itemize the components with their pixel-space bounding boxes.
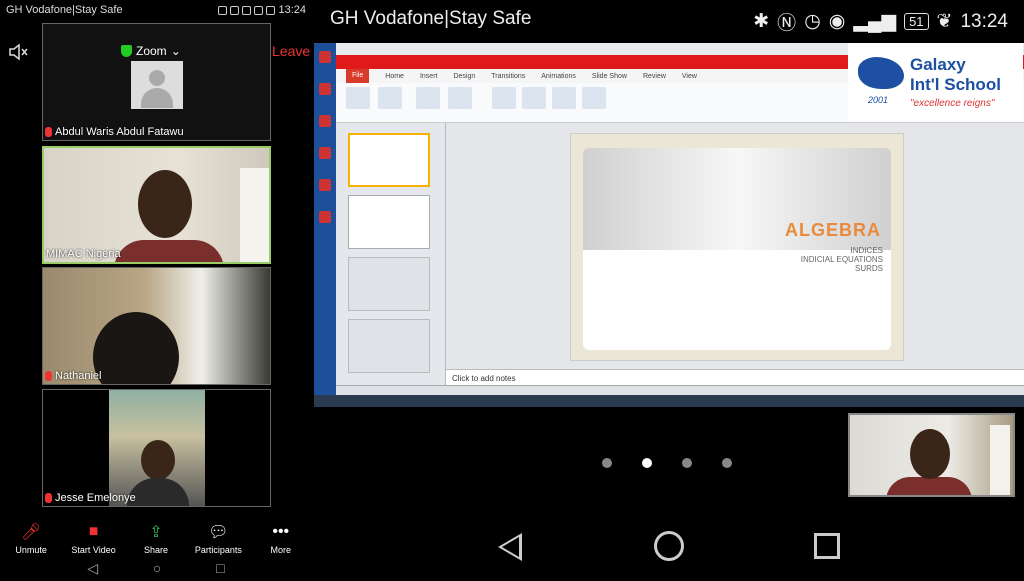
participant-video [109, 390, 205, 506]
alarm-icon: ◷ [804, 11, 821, 32]
right-carrier: GH Vodafone|Stay Safe [330, 8, 532, 29]
windows-taskbar [314, 395, 1024, 407]
current-slide[interactable]: ALGEBRA INDICES INDICIAL EQUATIONS SURDS [570, 133, 904, 361]
left-status-bar: GH Vodafone|Stay Safe 13:24 [0, 0, 312, 20]
slide-title: ALGEBRA [785, 220, 881, 240]
slide-thumbnail[interactable] [348, 257, 430, 311]
globe-icon [858, 57, 904, 89]
left-time: 13:24 [278, 4, 306, 16]
slide-thumbnail[interactable] [348, 319, 430, 373]
participant-video [93, 312, 179, 384]
tab-design[interactable]: Design [453, 73, 475, 80]
participants-icon: 💬︎ [208, 524, 229, 541]
signal-icon [254, 5, 264, 15]
recents-icon[interactable] [814, 533, 840, 559]
avatar [131, 61, 183, 109]
tab-transitions[interactable]: Transitions [491, 73, 525, 80]
self-view-video[interactable] [848, 413, 1015, 497]
nfc-icon: Ⓝ [777, 13, 797, 34]
left-nav-bar: ◁ ○ □ [0, 555, 312, 581]
back-icon[interactable] [498, 533, 522, 561]
page-dot-active[interactable] [642, 458, 652, 468]
participant-name: Abdul Waris Abdul Fatawu [55, 126, 184, 138]
slide-editor[interactable]: ALGEBRA INDICES INDICIAL EQUATIONS SURDS [446, 123, 1024, 369]
alarm-icon [242, 5, 252, 15]
speaker-off-icon[interactable] [8, 43, 30, 61]
left-screen: GH Vodafone|Stay Safe 13:24 Leave Zoom ⌄… [0, 0, 312, 581]
tab-slide-show[interactable]: Slide Show [592, 73, 627, 80]
right-status-icons: ✱ Ⓝ ◷ ◉ ▂▄▆ 51 ❦ 13:24 [753, 8, 1008, 35]
participant-name: Jesse Emelonye [55, 492, 136, 504]
tab-view[interactable]: View [682, 73, 697, 80]
participant-tile[interactable]: Nathaniel [42, 267, 271, 385]
slide-thumbnail[interactable] [348, 195, 430, 249]
unmute-button[interactable]: 🎤︎ Unmute [1, 523, 61, 555]
signal-icon: ▂▄▆ [853, 11, 897, 32]
mic-muted-icon [45, 371, 52, 381]
mic-off-icon: 🎤︎ [21, 524, 42, 541]
start-video-button[interactable]: ■ Start Video [64, 523, 124, 555]
participant-tile[interactable]: MIMAC Nigeria [42, 146, 271, 264]
notes-field[interactable]: Click to add notes [446, 369, 1024, 385]
participant-tile[interactable]: Jesse Emelonye [42, 389, 271, 507]
tab-file[interactable]: File [346, 69, 370, 83]
back-icon[interactable]: ◁ [87, 560, 98, 577]
battery-level: 51 [904, 13, 929, 30]
left-carrier: GH Vodafone|Stay Safe [6, 4, 123, 16]
share-icon: ⇪ [149, 524, 163, 541]
eye-icon: ◉ [828, 11, 846, 32]
home-icon[interactable]: ○ [153, 560, 161, 576]
page-dot[interactable] [722, 458, 732, 468]
participant-video [138, 170, 192, 238]
school-logo: 2001 Galaxy Int'l School "excellence rei… [848, 43, 1023, 121]
slide-subtitle: INDICES INDICIAL EQUATIONS SURDS [800, 246, 883, 273]
participants-button[interactable]: 💬︎ Participants [188, 523, 248, 555]
video-off-icon: ■ [88, 523, 99, 540]
zoom-menu[interactable]: Zoom ⌄ [121, 44, 181, 58]
chevron-down-icon: ⌄ [170, 44, 181, 58]
home-icon[interactable] [654, 531, 684, 561]
bluetooth-icon [218, 5, 228, 15]
mic-muted-icon [45, 127, 52, 137]
slide-thumbnail-panel [336, 123, 446, 385]
meeting-toolbar: 🎤︎ Unmute ■ Start Video ⇪ Share 💬︎ Parti… [0, 510, 312, 555]
leaf-icon: ❦ [936, 11, 953, 32]
page-dot[interactable] [682, 458, 692, 468]
bluetooth-icon: ✱ [753, 11, 770, 32]
participant-tile[interactable]: Zoom ⌄ Abdul Waris Abdul Fatawu [42, 23, 271, 141]
tab-insert[interactable]: Insert [420, 73, 438, 80]
more-icon: ••• [272, 523, 290, 540]
shield-icon [121, 45, 132, 57]
nfc-icon [230, 5, 240, 15]
page-dot[interactable] [602, 458, 612, 468]
tab-animations[interactable]: Animations [541, 73, 576, 80]
tab-review[interactable]: Review [643, 73, 666, 80]
participant-name: Nathaniel [55, 370, 102, 382]
battery-icon [266, 5, 276, 15]
right-screen: GH Vodafone|Stay Safe ✱ Ⓝ ◷ ◉ ▂▄▆ 51 ❦ 1… [312, 0, 1024, 581]
slide-thumbnail[interactable] [348, 133, 430, 187]
page-indicator [602, 458, 732, 468]
tab-home[interactable]: Home [385, 73, 404, 80]
mic-muted-icon [45, 493, 52, 503]
more-button[interactable]: ••• More [251, 523, 311, 555]
share-button[interactable]: ⇪ Share [126, 523, 186, 555]
ppt-status-bar [336, 385, 1024, 395]
leave-button[interactable]: Leave [272, 43, 310, 59]
zoom-label: Zoom [136, 44, 167, 58]
right-nav-bar [312, 527, 1024, 567]
right-time: 13:24 [960, 10, 1008, 32]
participant-name: MIMAC Nigeria [46, 248, 121, 260]
recents-icon[interactable]: □ [216, 560, 224, 576]
desktop-icons [314, 43, 336, 407]
